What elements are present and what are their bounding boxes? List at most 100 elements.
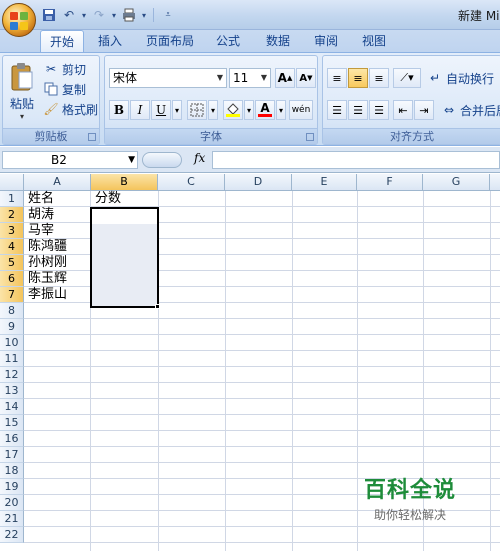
- row-header-8[interactable]: 8: [0, 303, 24, 319]
- row-header-12[interactable]: 12: [0, 367, 24, 383]
- redo-icon[interactable]: ↷: [90, 6, 108, 24]
- select-all-corner[interactable]: [0, 174, 24, 191]
- tab-page-layout[interactable]: 页面布局: [140, 30, 200, 52]
- row-header-9[interactable]: 9: [0, 319, 24, 335]
- clipboard-group: 粘贴 ▾ ✂ 剪切 复制 🖌 格式刷 剪贴板: [2, 55, 100, 145]
- office-button[interactable]: [2, 3, 36, 37]
- cell-a5[interactable]: 孙树刚: [25, 255, 67, 271]
- grow-font-button[interactable]: A ▲: [275, 68, 295, 88]
- align-top-button[interactable]: ≡: [327, 68, 347, 88]
- wrap-text-button[interactable]: ↵ 自动换行: [427, 69, 494, 87]
- undo-icon[interactable]: ↶: [60, 6, 78, 24]
- row-header-15[interactable]: 15: [0, 415, 24, 431]
- merge-center-label: 合并后居: [460, 103, 500, 118]
- orientation-button[interactable]: ⟋▾: [393, 68, 421, 88]
- align-left-button[interactable]: ☰: [327, 100, 347, 120]
- row-header-21[interactable]: 21: [0, 511, 24, 527]
- column-header-h[interactable]: [490, 174, 500, 191]
- selection-range[interactable]: [90, 207, 159, 308]
- row-header-6[interactable]: 6: [0, 271, 24, 287]
- undo-dropdown-icon[interactable]: ▾: [80, 6, 88, 24]
- bold-button[interactable]: B: [109, 100, 129, 120]
- font-size-combo[interactable]: 11 ▼: [229, 68, 271, 88]
- tab-formulas[interactable]: 公式: [210, 30, 246, 52]
- paste-icon: [11, 63, 33, 91]
- customize-qat-icon[interactable]: ⩡: [159, 6, 177, 24]
- align-center-icon: ☰: [353, 103, 363, 117]
- font-color-button[interactable]: A: [255, 100, 275, 120]
- italic-button[interactable]: I: [130, 100, 150, 120]
- cell-a6[interactable]: 陈玉辉: [25, 271, 67, 287]
- row-header-10[interactable]: 10: [0, 335, 24, 351]
- merge-center-button[interactable]: ⇔ 合并后居: [441, 101, 500, 119]
- fill-color-dropdown-icon[interactable]: ▾: [244, 100, 254, 120]
- row-header-5[interactable]: 5: [0, 255, 24, 271]
- name-box-dropdown-icon: ▼: [128, 155, 135, 165]
- tab-home[interactable]: 开始: [40, 30, 84, 52]
- row-header-4[interactable]: 4: [0, 239, 24, 255]
- column-header-g[interactable]: G: [423, 174, 490, 191]
- row-header-14[interactable]: 14: [0, 399, 24, 415]
- phonetic-button[interactable]: wén: [289, 100, 313, 120]
- column-header-d[interactable]: D: [225, 174, 292, 191]
- row-header-18[interactable]: 18: [0, 463, 24, 479]
- clipboard-launcher-icon[interactable]: [88, 133, 96, 141]
- align-right-button[interactable]: ☰: [369, 100, 389, 120]
- tab-insert[interactable]: 插入: [90, 30, 130, 52]
- underline-button[interactable]: U: [151, 100, 171, 120]
- row-header-11[interactable]: 11: [0, 351, 24, 367]
- column-header-e[interactable]: E: [292, 174, 357, 191]
- print-dropdown-icon[interactable]: ▾: [140, 6, 148, 24]
- active-cell-b2[interactable]: [92, 209, 157, 224]
- row-header-13[interactable]: 13: [0, 383, 24, 399]
- cell-b1[interactable]: 分数: [92, 191, 121, 207]
- format-painter-button[interactable]: 🖌 格式刷: [43, 100, 98, 118]
- print-icon[interactable]: [120, 6, 138, 24]
- font-name-combo[interactable]: 宋体 ▼: [109, 68, 227, 88]
- orientation-icon: ⟋▾: [400, 71, 414, 84]
- insert-function-button[interactable]: fx: [194, 151, 205, 165]
- tab-review[interactable]: 审阅: [308, 30, 344, 52]
- underline-dropdown-icon[interactable]: ▾: [172, 100, 182, 120]
- row-header-17[interactable]: 17: [0, 447, 24, 463]
- redo-dropdown-icon[interactable]: ▾: [110, 6, 118, 24]
- font-launcher-icon[interactable]: [306, 133, 314, 141]
- align-bottom-button[interactable]: ≡: [369, 68, 389, 88]
- row-header-7[interactable]: 7: [0, 287, 24, 303]
- row-header-1[interactable]: 1: [0, 191, 24, 207]
- name-box-value: B2: [51, 153, 67, 167]
- row-header-20[interactable]: 20: [0, 495, 24, 511]
- formula-input[interactable]: [212, 151, 500, 169]
- borders-button[interactable]: [187, 100, 207, 120]
- shrink-font-button[interactable]: A ▼: [296, 68, 316, 88]
- row-header-16[interactable]: 16: [0, 431, 24, 447]
- column-header-f[interactable]: F: [357, 174, 423, 191]
- tab-view[interactable]: 视图: [356, 30, 392, 52]
- cell-a3[interactable]: 马宰: [25, 223, 54, 239]
- row-header-22[interactable]: 22: [0, 527, 24, 543]
- cell-a2[interactable]: 胡涛: [25, 207, 54, 223]
- fill-color-button[interactable]: [223, 100, 243, 120]
- copy-button[interactable]: 复制: [43, 80, 86, 98]
- cell-a1[interactable]: 姓名: [25, 191, 54, 207]
- column-header-c[interactable]: C: [158, 174, 225, 191]
- row-header-2[interactable]: 2: [0, 207, 24, 223]
- row-header-3[interactable]: 3: [0, 223, 24, 239]
- save-icon[interactable]: [40, 6, 58, 24]
- paste-button[interactable]: 粘贴 ▾: [5, 60, 39, 126]
- increase-indent-button[interactable]: ⇥: [414, 100, 434, 120]
- column-header-b[interactable]: B: [91, 174, 158, 191]
- fill-handle[interactable]: [155, 304, 160, 309]
- tab-data[interactable]: 数据: [258, 30, 298, 52]
- cut-button[interactable]: ✂ 剪切: [43, 60, 86, 78]
- align-center-button[interactable]: ☰: [348, 100, 368, 120]
- cell-a4[interactable]: 陈鸿疆: [25, 239, 67, 255]
- decrease-indent-button[interactable]: ⇤: [393, 100, 413, 120]
- name-box[interactable]: B2 ▼: [2, 151, 138, 169]
- font-color-dropdown-icon[interactable]: ▾: [276, 100, 286, 120]
- align-middle-button[interactable]: ≡: [348, 68, 368, 88]
- borders-dropdown-icon[interactable]: ▾: [208, 100, 218, 120]
- column-header-a[interactable]: A: [24, 174, 91, 191]
- cell-a7[interactable]: 李振山: [25, 287, 67, 303]
- row-header-19[interactable]: 19: [0, 479, 24, 495]
